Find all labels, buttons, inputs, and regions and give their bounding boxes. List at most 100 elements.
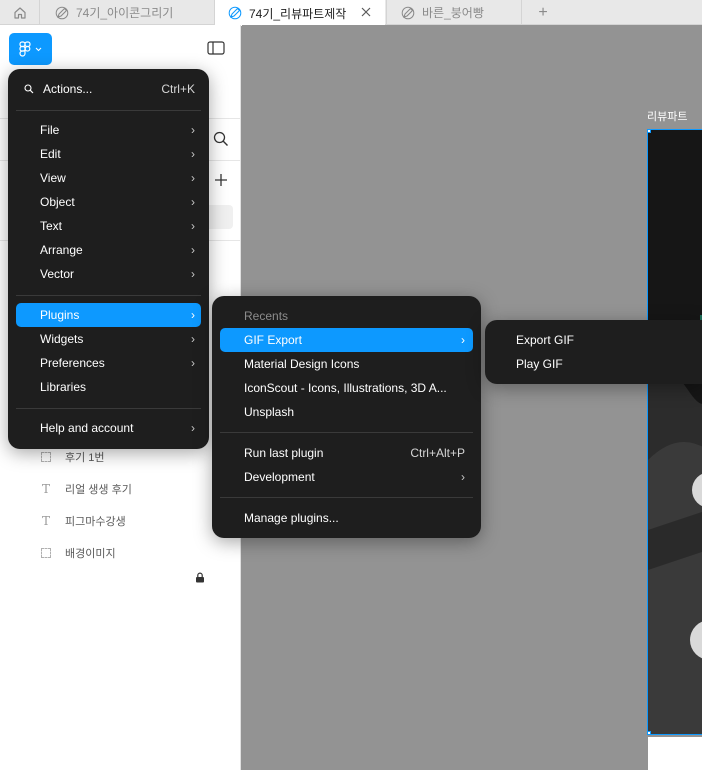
layer-row[interactable]: T 리얼 생생 후기	[40, 479, 132, 499]
menu-item-label: Libraries	[40, 380, 87, 394]
manage-plugins-item[interactable]: Manage plugins...	[220, 506, 473, 530]
chevron-right-icon: ›	[191, 195, 195, 209]
chevron-right-icon: ›	[191, 421, 195, 435]
resize-handle[interactable]	[648, 130, 651, 133]
shortcut-label: Ctrl+Alt+P	[410, 446, 465, 460]
layer-row[interactable]: 배경이미지	[40, 543, 116, 563]
menu-item-arrange[interactable]: Arrange ›	[16, 238, 201, 262]
actions-menu-item[interactable]: Actions... Ctrl+K	[16, 77, 201, 101]
tab-label: 74기_리뷰파트제작	[249, 6, 347, 21]
section-header-label: Recents	[244, 309, 289, 323]
menu-item-libraries[interactable]: Libraries	[16, 375, 201, 399]
plugin-item-unsplash[interactable]: Unsplash	[220, 400, 473, 424]
menu-separator	[220, 497, 473, 498]
plugin-item-gif-export[interactable]: GIF Export ›	[220, 328, 473, 352]
menu-item-label: Text	[40, 219, 63, 233]
menu-item-object[interactable]: Object ›	[16, 190, 201, 214]
export-gif-item[interactable]: Export GIF	[493, 328, 702, 352]
new-tab-button[interactable]: +	[533, 3, 553, 23]
chevron-right-icon: ›	[191, 267, 195, 281]
tab-bar: 74기_아이콘그리기 74기_리뷰파트제작 바른_붕어빵 +	[0, 0, 702, 26]
shortcut-label: Ctrl+K	[161, 82, 195, 96]
chevron-right-icon: ›	[191, 147, 195, 161]
plus-icon: +	[538, 4, 548, 21]
main-menu: Actions... Ctrl+K File › Edit › View › O…	[8, 69, 209, 449]
menu-item-label: GIF Export	[244, 333, 303, 347]
main-menu-button[interactable]	[9, 33, 52, 65]
menu-separator	[16, 408, 201, 409]
frame-icon	[41, 548, 51, 558]
layer-name: 피그마수강생	[65, 516, 126, 528]
menu-item-label: Object	[40, 195, 75, 209]
play-gif-item[interactable]: Play GIF	[493, 352, 702, 376]
menu-separator	[220, 432, 473, 433]
menu-item-label: Widgets	[40, 332, 84, 346]
menu-item-label: Development	[244, 470, 315, 484]
menu-item-label: Export GIF	[516, 333, 575, 347]
chevron-right-icon: ›	[191, 171, 195, 185]
draft-file-icon	[401, 6, 415, 20]
menu-item-label: Material Design Icons	[244, 357, 360, 371]
menu-item-plugins[interactable]: Plugins ›	[16, 303, 201, 327]
menu-item-label: Manage plugins...	[244, 511, 339, 525]
home-icon	[13, 6, 26, 19]
plugin-item-iconscout[interactable]: IconScout - Icons, Illustrations, 3D A..…	[220, 376, 473, 400]
figma-logo-icon	[19, 41, 31, 57]
sidebar-toggle-icon[interactable]	[207, 41, 225, 55]
draft-file-icon	[55, 6, 69, 20]
home-tab[interactable]	[0, 0, 40, 25]
chevron-right-icon: ›	[191, 332, 195, 346]
file-tab[interactable]: 74기_아이콘그리기	[40, 0, 215, 25]
chevron-right-icon: ›	[191, 243, 195, 257]
menu-item-preferences[interactable]: Preferences ›	[16, 351, 201, 375]
menu-item-label: Help and account	[40, 421, 134, 435]
layer-row[interactable]: 후기 1번	[40, 447, 105, 467]
chevron-right-icon: ›	[191, 123, 195, 137]
menu-item-widgets[interactable]: Widgets ›	[16, 327, 201, 351]
chevron-right-icon: ›	[461, 470, 465, 484]
menu-item-view[interactable]: View ›	[16, 166, 201, 190]
menu-item-edit[interactable]: Edit ›	[16, 142, 201, 166]
frame-icon	[41, 452, 51, 462]
chevron-right-icon: ›	[461, 333, 465, 347]
file-tab[interactable]: 바른_붕어빵	[386, 0, 522, 25]
plugin-item-material-design-icons[interactable]: Material Design Icons	[220, 352, 473, 376]
chevron-down-icon	[35, 47, 42, 51]
canvas-background	[648, 737, 702, 770]
run-last-plugin-item[interactable]: Run last plugin Ctrl+Alt+P	[220, 441, 473, 465]
resize-handle[interactable]	[648, 731, 651, 734]
layer-name: 배경이미지	[65, 548, 116, 560]
tab-label: 바른_붕어빵	[422, 6, 484, 20]
lock-icon[interactable]	[195, 572, 205, 583]
gif-export-submenu: Export GIF Play GIF	[485, 320, 702, 384]
menu-item-text[interactable]: Text ›	[16, 214, 201, 238]
search-icon[interactable]	[213, 131, 229, 147]
menu-item-label: Vector	[40, 267, 75, 281]
close-icon[interactable]	[359, 5, 373, 19]
menu-item-help-and-account[interactable]: Help and account ›	[16, 416, 201, 440]
menu-item-vector[interactable]: Vector ›	[16, 262, 201, 286]
menu-item-label: View	[40, 171, 66, 185]
chevron-right-icon: ›	[191, 308, 195, 322]
tab-label: 74기_아이콘그리기	[76, 6, 174, 20]
menu-item-file[interactable]: File ›	[16, 118, 201, 142]
layer-row[interactable]: T 피그마수강생	[40, 511, 126, 531]
menu-item-label: Actions...	[43, 82, 93, 96]
plugins-submenu: Recents GIF Export › Material Design Ico…	[212, 296, 481, 538]
text-layer-icon: T	[41, 482, 50, 496]
recents-header: Recents	[220, 304, 473, 328]
selected-frame[interactable]	[647, 129, 702, 735]
chevron-right-icon: ›	[191, 219, 195, 233]
chevron-right-icon: ›	[191, 356, 195, 370]
search-icon	[24, 84, 34, 94]
layer-name: 리얼 생생 후기	[65, 484, 132, 496]
frame-label[interactable]: 리뷰파트	[647, 108, 687, 124]
development-menu-item[interactable]: Development ›	[220, 465, 473, 489]
menu-item-label: IconScout - Icons, Illustrations, 3D A..…	[244, 381, 447, 395]
menu-item-label: Run last plugin	[244, 446, 324, 460]
add-page-icon[interactable]	[213, 172, 229, 188]
file-tab-active[interactable]: 74기_리뷰파트제작	[215, 0, 385, 26]
menu-item-label: Play GIF	[516, 357, 563, 371]
menu-item-label: File	[40, 123, 60, 137]
menu-item-label: Plugins	[40, 308, 80, 322]
